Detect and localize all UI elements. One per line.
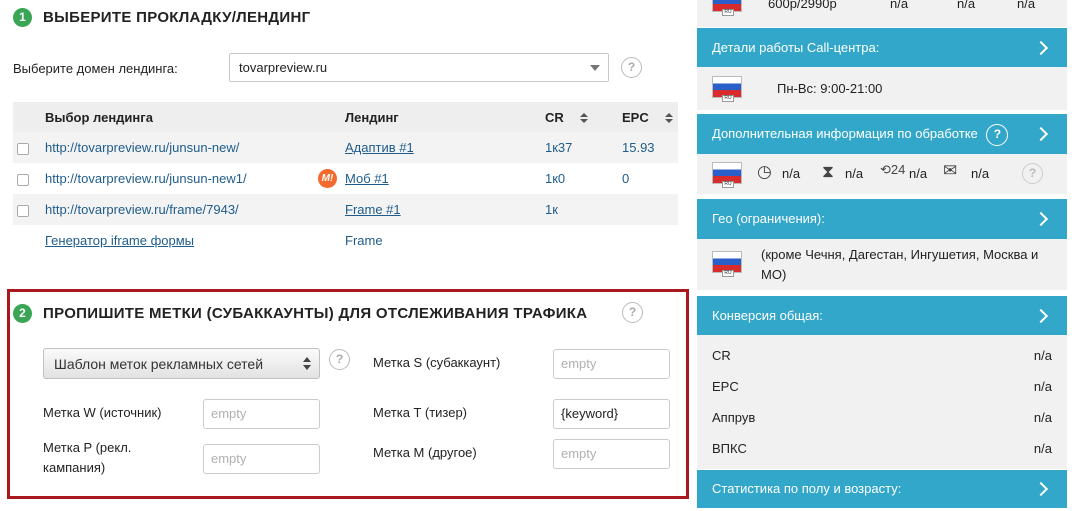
landing-url[interactable]: http://tovarpreview.ru/frame/7943/ (45, 202, 239, 217)
input-t[interactable]: {keyword} (553, 399, 670, 429)
extra-info-help-icon[interactable]: ? (986, 123, 1009, 146)
callcenter-hours: Пн-Вс: 9:00-21:00 (777, 81, 883, 96)
chevron-down-icon (590, 65, 600, 71)
table-row[interactable]: Генератор iframe формы Frame (13, 225, 678, 256)
input-m[interactable]: empty (553, 439, 670, 469)
sort-icon[interactable] (579, 113, 588, 124)
table-row[interactable]: http://tovarpreview.ru/frame/7943/ Frame… (13, 194, 678, 225)
price-value: 600р/2990р (768, 0, 837, 11)
step-2-title: ПРОПИШИТЕ МЕТКИ (СУБАККАУНТЫ) ДЛЯ ОТСЛЕЖ… (43, 305, 588, 322)
24h-icon: ⟲24 (880, 162, 906, 177)
mail-value: n/a (971, 166, 990, 181)
callcenter-header[interactable]: Детали работы Call-центра: (697, 28, 1067, 67)
header-landing: Лендинг (341, 102, 541, 132)
chevron-right-icon (1033, 211, 1049, 227)
header-landing-select: Выбор лендинга (41, 102, 341, 132)
price-row: RU 600р/2990р n/a n/a n/a (697, 0, 1067, 27)
landing-url[interactable]: http://tovarpreview.ru/junsun-new1/ (45, 171, 247, 186)
conversion-header-label: Конверсия общая: (712, 308, 823, 323)
landing-table-header: Выбор лендинга Лендинг CR EPC (13, 102, 678, 132)
landing-link[interactable]: Моб #1 (345, 171, 389, 186)
landing-type: Frame (345, 233, 383, 248)
chevron-right-icon (1033, 481, 1049, 497)
extra-help-icon[interactable]: ? (1022, 163, 1043, 184)
24h-value: n/a (909, 166, 928, 181)
landing-link[interactable]: Frame #1 (345, 202, 401, 217)
chevron-right-icon (1033, 126, 1049, 142)
table-row[interactable]: http://tovarpreview.ru/junsun-new1/ M! М… (13, 163, 678, 194)
epc-value: 0 (622, 171, 630, 186)
label-p: Метка P (рекл. кампания) (43, 440, 132, 475)
label-s: Метка S (субаккаунт) (373, 355, 501, 370)
price-na-1: n/a (890, 0, 909, 11)
cr-value: 1к0 (545, 171, 566, 186)
geo-body: RU (кроме Чечня, Дагестан, Ингушетия, Мо… (697, 239, 1067, 290)
epc-value: 15.93 (622, 140, 655, 155)
callcenter-header-label: Детали работы Call-центра: (712, 40, 880, 55)
label-t: Метка T (тизер) (373, 405, 468, 420)
iframe-generator-link[interactable]: Генератор iframe формы (45, 233, 194, 248)
header-checkbox-col (13, 102, 41, 132)
price-na-3: n/a (1017, 0, 1036, 11)
input-s[interactable]: empty (553, 349, 670, 379)
template-select[interactable]: Шаблон меток рекламных сетей (43, 348, 320, 379)
clock-value: n/a (782, 166, 801, 181)
row-checkbox[interactable] (17, 173, 29, 186)
clock-icon: ◷ (757, 162, 772, 181)
hourglass-icon: ⧗ (822, 162, 834, 181)
template-select-value: Шаблон меток рекламных сетей (54, 356, 264, 372)
flag-ru-icon: RU (712, 162, 742, 188)
landing-table: Выбор лендинга Лендинг CR EPC http://tov… (13, 102, 678, 256)
domain-select[interactable]: tovarpreview.ru (229, 53, 609, 82)
extra-info-header[interactable]: Дополнительная информация по обработке ? (697, 114, 1067, 154)
cr-value: 1к (545, 202, 558, 217)
template-help-icon[interactable]: ? (329, 349, 350, 370)
select-arrows-icon (303, 357, 311, 371)
landing-link[interactable]: Адаптив #1 (345, 140, 414, 155)
row-checkbox[interactable] (17, 204, 29, 217)
flag-ru-icon: RU (712, 251, 742, 277)
row-checkbox[interactable] (17, 142, 29, 155)
table-row[interactable]: http://tovarpreview.ru/junsun-new/ Адапт… (13, 132, 678, 163)
label-w: Метка W (источник) (43, 405, 162, 420)
header-cr[interactable]: CR (541, 102, 618, 132)
mobile-badge-icon: M! (318, 169, 337, 188)
subaccount-help-icon[interactable]: ? (622, 302, 643, 323)
conv-row-cr: CR n/a (712, 348, 1052, 363)
conv-row-vpks: ВПКС n/a (712, 441, 1052, 456)
header-epc[interactable]: EPC (618, 102, 678, 132)
domain-select-value: tovarpreview.ru (239, 60, 328, 75)
label-m: Метка M (другое) (373, 445, 477, 460)
mail-icon: ✉ (943, 161, 958, 180)
geo-header[interactable]: Гео (ограничения): (697, 199, 1067, 239)
step-1-title: ВЫБЕРИТЕ ПРОКЛАДКУ/ЛЕНДИНГ (43, 9, 311, 26)
step-2-number: 2 (13, 304, 32, 323)
price-na-2: n/a (957, 0, 976, 11)
domain-label: Выберите домен лендинга: (13, 61, 178, 76)
geo-header-label: Гео (ограничения): (712, 211, 825, 226)
step-1-number: 1 (13, 8, 32, 27)
input-p[interactable]: empty (203, 444, 320, 474)
stats-header-label: Статистика по полу и возрасту: (712, 481, 902, 496)
stats-header[interactable]: Статистика по полу и возрасту: (697, 470, 1067, 508)
extra-info-body: RU ◷ n/a ⧗ n/a ⟲24 n/a ✉ n/a ? (697, 154, 1067, 194)
sort-icon[interactable] (664, 113, 673, 124)
chevron-right-icon (1033, 308, 1049, 323)
chevron-right-icon (1033, 40, 1049, 55)
conv-row-approve: Аппрув n/a (712, 410, 1052, 425)
callcenter-body: RU Пн-Вс: 9:00-21:00 (697, 67, 1067, 110)
flag-ru-icon: RU (712, 76, 742, 102)
flag-ru-icon: RU (712, 0, 742, 16)
conversion-header[interactable]: Конверсия общая: (697, 296, 1067, 335)
domain-help-icon[interactable]: ? (621, 57, 642, 78)
geo-restrictions: (кроме Чечня, Дагестан, Ингушетия, Москв… (761, 247, 1039, 282)
conv-row-epc: EPC n/a (712, 379, 1052, 394)
cr-value: 1к37 (545, 140, 573, 155)
input-w[interactable]: empty (203, 399, 320, 429)
extra-info-header-label: Дополнительная информация по обработке (712, 126, 978, 141)
landing-url[interactable]: http://tovarpreview.ru/junsun-new/ (45, 140, 239, 155)
hourglass-value: n/a (845, 166, 864, 181)
